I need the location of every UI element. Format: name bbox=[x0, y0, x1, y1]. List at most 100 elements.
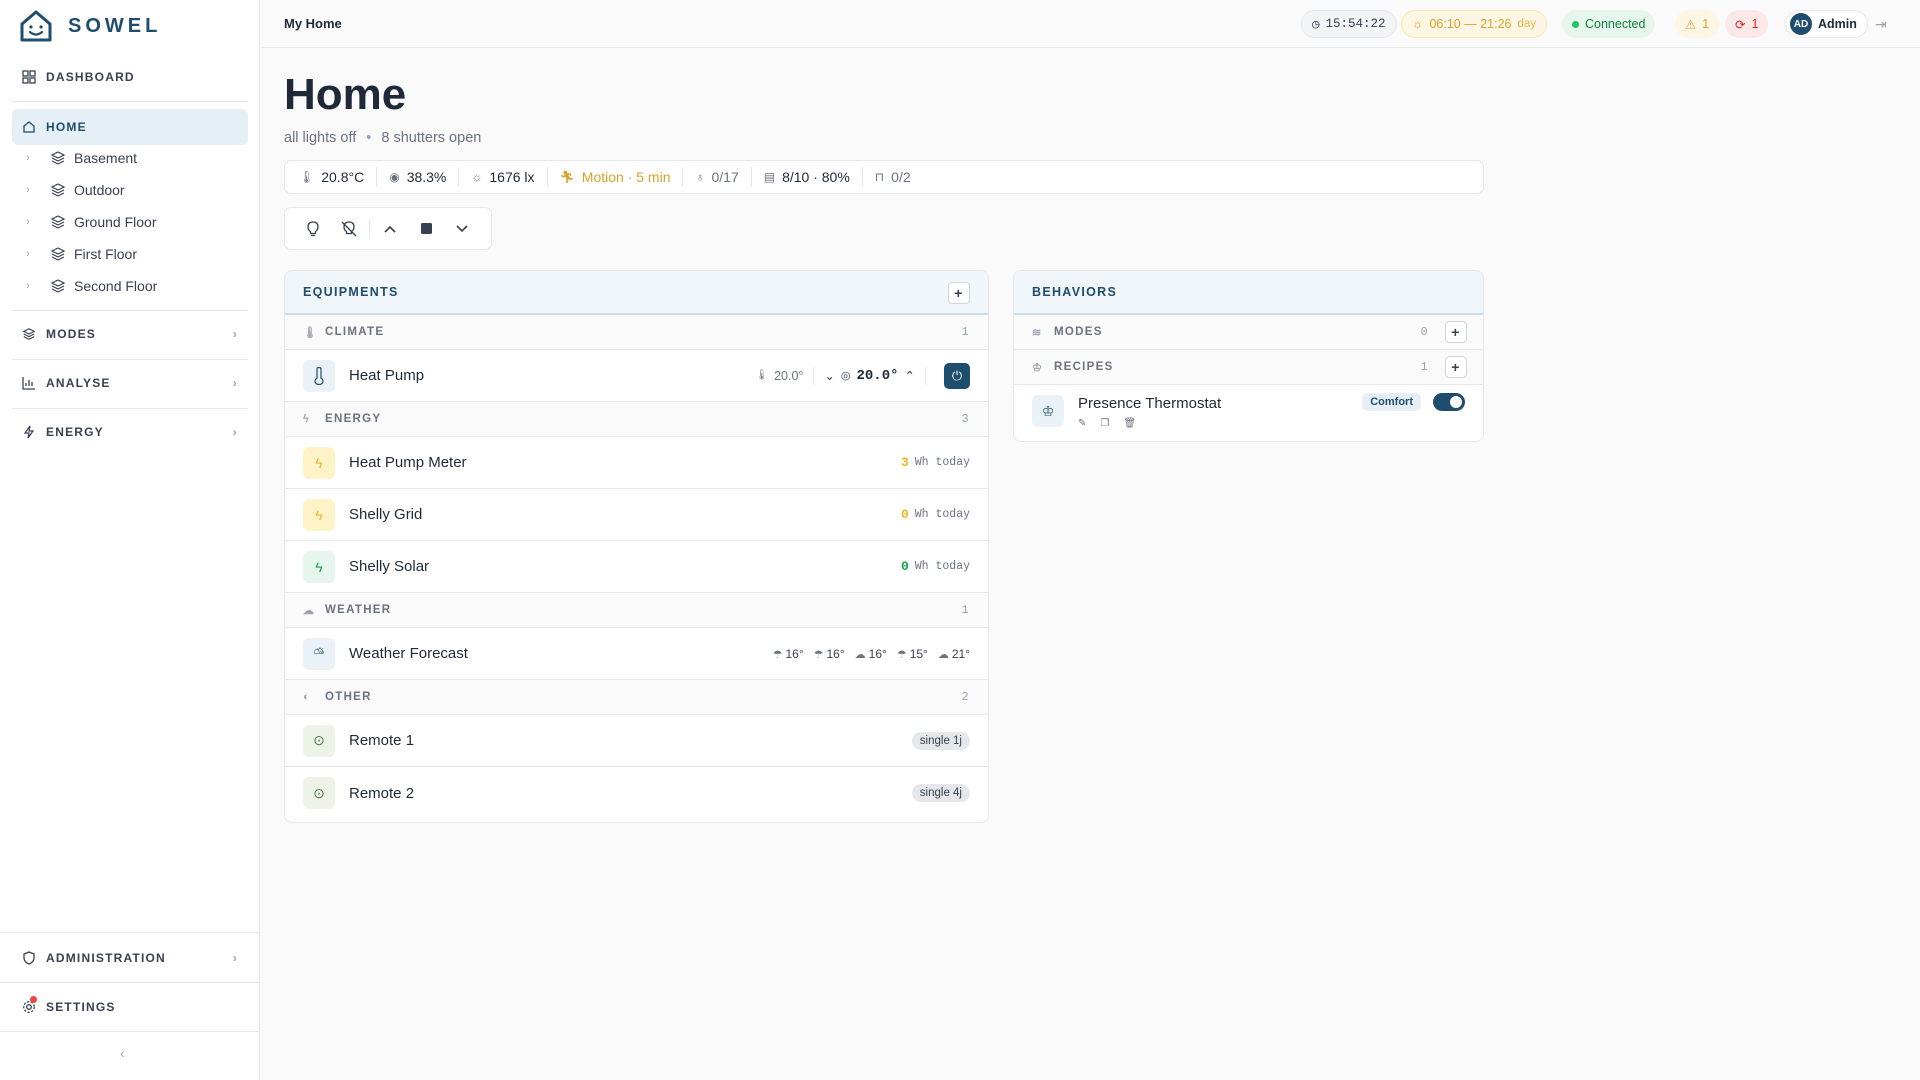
chef-hat-icon: ♔ bbox=[1032, 361, 1044, 374]
lightning-icon: ϟ bbox=[303, 550, 335, 583]
chevron-right-icon[interactable]: › bbox=[26, 152, 42, 164]
group-climate[interactable]: 🌡︎ CLIMATE 1 bbox=[285, 315, 988, 350]
user-menu[interactable]: AD Admin bbox=[1785, 10, 1868, 38]
trash-icon[interactable]: 🗑︎ bbox=[1123, 418, 1136, 429]
recipe-body: Presence Thermostat ✎ ❐ 🗑︎ bbox=[1078, 393, 1221, 429]
copy-icon[interactable]: ❐ bbox=[1100, 418, 1109, 429]
chevron-down-icon bbox=[456, 224, 468, 232]
collapse-sidebar-icon[interactable]: ‹ bbox=[120, 1045, 125, 1061]
chevron-right-icon[interactable]: › bbox=[26, 216, 42, 228]
chevron-right-icon[interactable]: › bbox=[26, 184, 42, 196]
remote-status: single 1j bbox=[911, 731, 970, 750]
equipment-shelly-grid[interactable]: ϟ Shelly Grid 0 Wh today bbox=[285, 489, 988, 541]
group-weather[interactable]: ☁ WEATHER 1 bbox=[285, 593, 988, 628]
nav-modes[interactable]: MODES › bbox=[12, 316, 248, 352]
errors-count: 1 bbox=[1751, 17, 1759, 31]
logout-icon[interactable]: ⇥ bbox=[1875, 16, 1887, 33]
forecast-day: ☂ 16° bbox=[773, 647, 804, 661]
errors-badge[interactable]: ⟳ 1 bbox=[1725, 10, 1769, 38]
nav-home[interactable]: HOME bbox=[12, 109, 248, 145]
add-recipe-button[interactable]: + bbox=[1445, 356, 1467, 378]
stat-seats-value: 0/2 bbox=[891, 169, 911, 185]
clock-badge: ◷ 15:54:22 bbox=[1301, 10, 1397, 38]
warnings-badge[interactable]: ⚠ 1 bbox=[1675, 10, 1720, 38]
layers-icon bbox=[50, 182, 66, 198]
floor-label: Ground Floor bbox=[74, 214, 157, 230]
chevron-right-icon[interactable]: › bbox=[26, 280, 42, 292]
clock-time: 15:54:22 bbox=[1325, 17, 1386, 31]
layers-icon bbox=[50, 246, 66, 262]
equipment-weather-forecast[interactable]: ⛅︎ Weather Forecast ☂ 16° ☂ 16° ☁ 16° ☂ 15° … bbox=[285, 628, 988, 680]
floor-label: Outdoor bbox=[74, 182, 125, 198]
lightning-icon: ϟ bbox=[303, 446, 335, 479]
divider bbox=[12, 101, 248, 102]
sun-phase: day bbox=[1517, 18, 1537, 30]
shutters-stop-button[interactable] bbox=[408, 214, 444, 244]
equipment-remote-2[interactable]: ⊙ Remote 2 single 4j bbox=[285, 767, 988, 819]
add-mode-button[interactable]: + bbox=[1445, 321, 1467, 343]
stat-motion: 🏃︎ Motion · 5 min bbox=[548, 167, 684, 187]
behaviors-title: BEHAVIORS bbox=[1032, 285, 1118, 299]
behaviors-header: BEHAVIORS bbox=[1014, 271, 1483, 315]
equipment-shelly-solar[interactable]: ϟ Shelly Solar 0 Wh today bbox=[285, 541, 988, 593]
floor-item-first-floor[interactable]: › First Floor bbox=[26, 239, 246, 269]
floor-label: First Floor bbox=[74, 246, 137, 262]
sun-badge: ☼ 06:10 — 21:26 day bbox=[1401, 10, 1548, 38]
remote-icon: ⊙ bbox=[303, 724, 335, 757]
equipment-heat-pump[interactable]: Heat Pump 🌡︎ 20.0° ⌄ ◎ 20.0° ⌃ ⏻ bbox=[285, 350, 988, 402]
cloud-rain-icon: ☂ bbox=[772, 648, 783, 661]
shutters-down-button[interactable] bbox=[444, 214, 480, 244]
nav-energy[interactable]: ENERGY › bbox=[12, 414, 248, 450]
heat-pump-controls: 🌡︎ 20.0° ⌄ ◎ 20.0° ⌃ ⏻ bbox=[755, 362, 970, 389]
breadcrumb[interactable]: My Home bbox=[284, 16, 342, 31]
floor-item-ground-floor[interactable]: › Ground Floor bbox=[26, 207, 246, 237]
power-button[interactable]: ⏻ bbox=[944, 362, 970, 389]
stat-luminosity-value: 1676 lx bbox=[489, 169, 535, 185]
group-energy[interactable]: ϟ ENERGY 3 bbox=[285, 402, 988, 437]
divider bbox=[925, 366, 926, 385]
nav-administration[interactable]: ADMINISTRATION › bbox=[12, 940, 248, 976]
equipment-name: Shelly Solar bbox=[349, 558, 430, 575]
lights-off-button[interactable] bbox=[331, 214, 367, 244]
energy-unit: Wh today bbox=[914, 560, 970, 573]
sidebar: SOWEL DASHBOARD HOME › Basement › Outdoo… bbox=[0, 0, 260, 1080]
floor-item-basement[interactable]: › Basement bbox=[26, 143, 246, 173]
recipe-toggle[interactable] bbox=[1433, 393, 1465, 411]
equipment-heat-pump-meter[interactable]: ϟ Heat Pump Meter 3 Wh today bbox=[285, 437, 988, 489]
group-other[interactable]: ◐ OTHER 2 bbox=[285, 680, 988, 715]
recipe-name: Presence Thermostat bbox=[1078, 395, 1222, 412]
lights-on-button[interactable] bbox=[295, 214, 331, 244]
group-modes[interactable]: ≋ MODES 0 + bbox=[1014, 315, 1483, 350]
sun-range: 06:10 — 21:26 bbox=[1429, 17, 1512, 31]
nav-dashboard[interactable]: DASHBOARD bbox=[12, 59, 248, 95]
thermometer-icon: 🌡︎ bbox=[299, 170, 315, 184]
layers-icon: ≋ bbox=[1032, 326, 1043, 339]
user-name: Admin bbox=[1818, 17, 1857, 31]
nav-home-label: HOME bbox=[46, 120, 87, 134]
nav-settings[interactable]: SETTINGS bbox=[12, 989, 248, 1025]
energy-value: 3 bbox=[900, 455, 909, 470]
app-logo[interactable]: SOWEL bbox=[18, 6, 161, 46]
recipe-presence-thermostat[interactable]: ♔ Presence Thermostat ✎ ❐ 🗑︎ Comfort bbox=[1014, 385, 1483, 437]
chevron-right-icon[interactable]: › bbox=[26, 248, 42, 260]
seat-icon: ⊓ bbox=[874, 170, 885, 184]
thermometer-icon bbox=[303, 359, 335, 392]
lightbulb-icon bbox=[307, 220, 319, 236]
group-recipes[interactable]: ♔ RECIPES 1 + bbox=[1014, 350, 1483, 385]
edit-icon[interactable]: ✎ bbox=[1078, 418, 1086, 429]
group-label: MODES bbox=[1054, 326, 1103, 338]
cloud-icon: ☁ bbox=[937, 648, 949, 661]
add-equipment-button[interactable]: + bbox=[948, 282, 970, 304]
layers-icon bbox=[50, 214, 66, 230]
decrease-setpoint-button[interactable]: ⌄ bbox=[824, 368, 834, 383]
stats-bar: 🌡︎ 20.8°C ◉ 38.3% ☼ 1676 lx 🏃︎ Motion · … bbox=[284, 160, 1484, 194]
increase-setpoint-button[interactable]: ⌃ bbox=[905, 368, 915, 383]
floor-item-outdoor[interactable]: › Outdoor bbox=[26, 175, 246, 205]
stat-lights: ♁ 0/17 bbox=[683, 167, 752, 187]
nav-analyse[interactable]: ANALYSE › bbox=[12, 365, 248, 401]
floor-label: Basement bbox=[74, 150, 138, 166]
floor-item-second-floor[interactable]: › Second Floor bbox=[26, 271, 246, 301]
equipment-remote-1[interactable]: ⊙ Remote 1 single 1j bbox=[285, 715, 988, 767]
equipments-panel: EQUIPMENTS + 🌡︎ CLIMATE 1 Heat Pump 🌡︎ 2… bbox=[284, 270, 989, 823]
shutters-up-button[interactable] bbox=[372, 214, 408, 244]
